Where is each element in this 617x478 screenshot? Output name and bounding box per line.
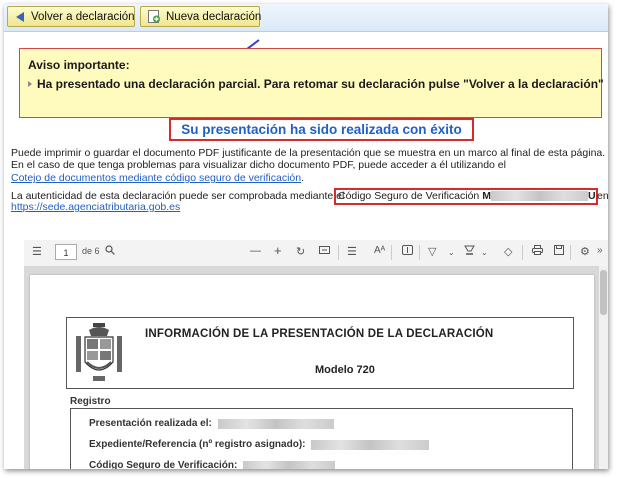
registry-box: Presentación realizada el: Expediente/Re… [70, 408, 573, 469]
document-title: INFORMACIÓN DE LA PRESENTACIÓN DE LA DEC… [145, 328, 494, 340]
chevron-down-icon[interactable]: ⌄ [448, 248, 455, 257]
more-icon[interactable]: » [597, 245, 603, 256]
redacted-value [311, 439, 430, 450]
registry-row: Expediente/Referencia (nº registro asign… [89, 439, 430, 450]
print-icon[interactable] [532, 245, 543, 258]
toolbar-separator [570, 245, 571, 260]
redacted-value [243, 460, 336, 469]
search-icon[interactable] [105, 245, 115, 258]
row-label: Expediente/Referencia (nº registro asign… [89, 439, 306, 450]
arrow-left-icon [14, 9, 26, 24]
info-line-2: En el caso de que tenga problemas para v… [11, 159, 506, 171]
save-icon[interactable] [554, 245, 564, 258]
csv-code-end: U [587, 190, 596, 202]
info-line-link: Cotejo de documentos mediante código seg… [11, 172, 304, 184]
pdf-viewer: ☰ 1 de 6 — + ↻ ☰ Aᴬ ▽ ⌄ ⌄ ◇ ⚙ » INFORMAC… [24, 240, 608, 469]
text-size-icon[interactable]: Aᴬ [374, 245, 385, 256]
page-total: de 6 [82, 246, 100, 256]
highlight-icon[interactable] [464, 245, 475, 259]
sede-link[interactable]: https://sede.agenciatributaria.gob.es [11, 201, 180, 213]
notice-title: Aviso importante: [28, 58, 130, 72]
cotejo-link[interactable]: Cotejo de documentos mediante código seg… [11, 172, 301, 184]
csv-code-redacted [490, 191, 588, 202]
info-line-3-suffix: en [597, 190, 608, 202]
info-line-1: Puede imprimir o guardar el documento PD… [11, 147, 606, 159]
csv-value: Código Seguro de Verificación M U [338, 190, 596, 202]
registry-section-label: Registro [70, 396, 111, 407]
pdf-toolbar: ☰ 1 de 6 — + ↻ ☰ Aᴬ ▽ ⌄ ⌄ ◇ ⚙ » [24, 240, 608, 267]
sidebar-toggle-icon[interactable]: ☰ [32, 245, 42, 258]
rotate-icon[interactable]: ↻ [296, 245, 305, 258]
zoom-in-icon[interactable]: + [274, 243, 282, 258]
toolbar-separator [522, 245, 523, 260]
new-button-label: Nueva declaración [166, 10, 262, 23]
reader-view-icon[interactable] [402, 245, 413, 258]
bullet-triangle-icon [28, 81, 32, 87]
pdf-page: INFORMACIÓN DE LA PRESENTACIÓN DE LA DEC… [30, 275, 594, 469]
eraser-icon[interactable]: ◇ [504, 245, 512, 258]
zoom-out-icon[interactable]: — [250, 245, 261, 257]
new-declaration-button[interactable]: Nueva declaración [140, 6, 262, 27]
notice-message-text: Ha presentado una declaración parcial. P… [37, 77, 604, 91]
gear-icon[interactable]: ⚙ [580, 245, 590, 258]
chevron-down-icon[interactable]: ⌄ [481, 248, 488, 257]
toolbar-separator [391, 245, 392, 260]
toolbar-separator [338, 245, 339, 260]
toolbar-separator [419, 245, 420, 260]
scrollbar-thumb[interactable] [600, 270, 607, 315]
document-model: Modelo 720 [315, 364, 375, 376]
back-to-declaration-button[interactable]: Volver a declaración [7, 6, 135, 27]
document-header: INFORMACIÓN DE LA PRESENTACIÓN DE LA DEC… [66, 317, 574, 389]
new-document-icon [147, 9, 161, 24]
window: Volver a declaración Nueva declaración A… [4, 4, 608, 469]
notice-message: Ha presentado una declaración parcial. P… [28, 77, 604, 91]
vertical-scrollbar[interactable] [599, 266, 608, 469]
back-button-label: Volver a declaración [31, 10, 135, 23]
sede-link-line: https://sede.agenciatributaria.gob.es [11, 201, 180, 213]
filter-icon[interactable]: ▽ [428, 245, 436, 258]
registry-row: Código Seguro de Verificación: [89, 460, 336, 469]
redacted-value [217, 418, 334, 429]
top-toolbar: Volver a declaración Nueva declaración [4, 4, 608, 32]
csv-code-start: M [482, 190, 491, 202]
row-label: Presentación realizada el: [89, 418, 212, 429]
csv-label: Código Seguro de Verificación [338, 190, 480, 202]
success-message: Su presentación ha sido realizada con éx… [169, 118, 474, 141]
important-notice: Aviso importante: Ha presentado una decl… [19, 48, 604, 118]
row-label: Código Seguro de Verificación: [89, 460, 238, 469]
registry-row: Presentación realizada el: [89, 418, 334, 429]
page-number-input[interactable]: 1 [55, 244, 77, 260]
coat-of-arms-icon [76, 323, 122, 381]
period: . [301, 172, 305, 184]
list-view-icon[interactable]: ☰ [347, 245, 357, 258]
fit-page-icon[interactable] [319, 245, 330, 258]
